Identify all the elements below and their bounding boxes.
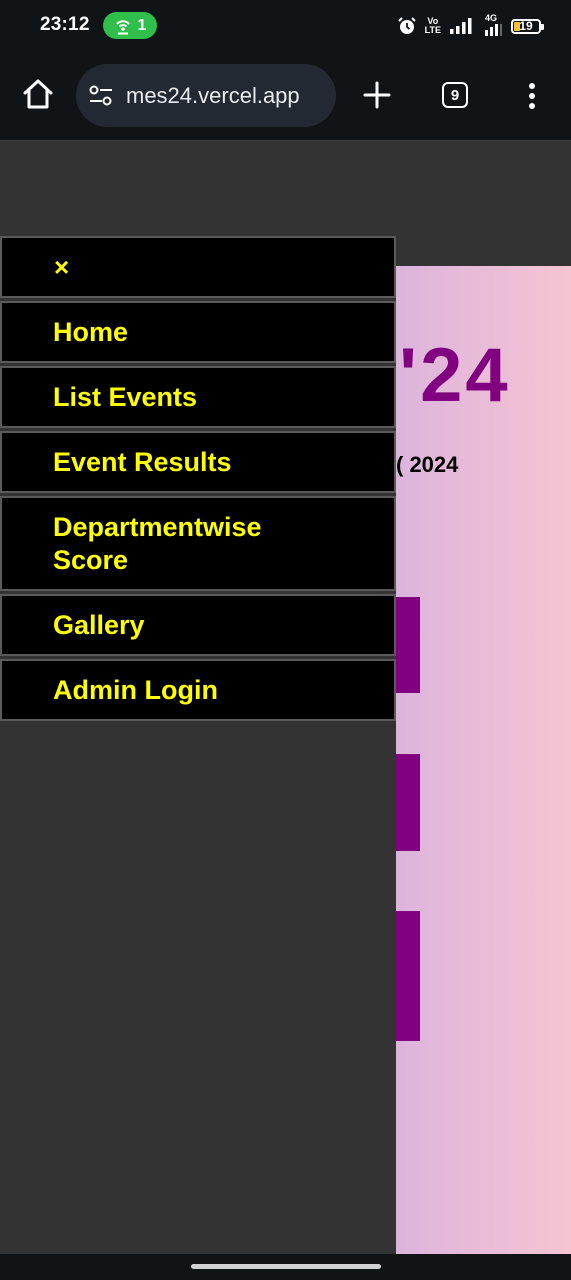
status-icons: Vo LTE 4G 19	[397, 13, 544, 39]
nav-item-admin-login[interactable]: Admin Login	[0, 659, 396, 721]
hero-button-1[interactable]	[396, 597, 420, 693]
nav-item-label: Home	[53, 316, 129, 347]
home-icon[interactable]	[20, 76, 56, 112]
nav-item-label: Admin Login	[53, 674, 218, 705]
url-text[interactable]: mes24.vercel.app	[126, 83, 300, 109]
hero-title: '24	[399, 333, 511, 418]
hero-button-2[interactable]	[396, 754, 420, 851]
close-icon[interactable]: ×	[54, 251, 69, 284]
battery-icon: 19	[511, 18, 544, 34]
volte-indicator: Vo LTE	[425, 17, 441, 35]
battery-level: 19	[519, 19, 533, 33]
signal-icon-2	[485, 24, 502, 36]
address-bar[interactable]: mes24.vercel.app	[76, 64, 336, 127]
nav-item-list-events[interactable]: List Events	[0, 366, 396, 428]
hotspot-indicator: 1	[103, 12, 157, 39]
site-settings-icon[interactable]	[88, 84, 114, 108]
nav-item-gallery[interactable]: Gallery	[0, 594, 396, 656]
hero-button-3[interactable]	[396, 911, 420, 1041]
network-4g: 4G	[481, 13, 503, 37]
hero-subtitle: ( 2024	[396, 452, 459, 477]
gesture-handle[interactable]	[191, 1264, 381, 1269]
side-navigation: × Home List Events Event Results Departm…	[0, 141, 396, 1254]
gesture-nav-area	[0, 1254, 571, 1280]
hero-section: '24 ( 2024	[396, 266, 571, 1254]
web-viewport: '24 ( 2024 × Home List Events Event Resu…	[0, 140, 571, 1254]
nav-item-label: List Events	[53, 381, 198, 412]
nav-item-departmentwise-score[interactable]: Departmentwise Score	[0, 496, 396, 591]
nav-item-label: Gallery	[53, 609, 145, 640]
tab-count: 9	[450, 86, 460, 104]
nav-item-label: Event Results	[53, 446, 232, 477]
status-bar: 23:12 1 Vo LTE 4G 19	[0, 0, 571, 52]
nav-item-label: Departmentwise Score	[53, 511, 262, 575]
nav-item-home[interactable]: Home	[0, 301, 396, 363]
alarm-icon	[397, 17, 416, 34]
hotspot-count: 1	[137, 16, 147, 34]
close-menu-button[interactable]: ×	[0, 236, 396, 298]
new-tab-icon[interactable]	[362, 80, 392, 110]
signal-icon	[450, 18, 472, 34]
more-options-icon[interactable]	[522, 82, 542, 110]
status-time: 23:12	[40, 14, 90, 35]
nav-item-event-results[interactable]: Event Results	[0, 431, 396, 493]
volte-bottom: LTE	[424, 25, 441, 35]
browser-toolbar: mes24.vercel.app 9	[0, 52, 571, 140]
hotspot-icon	[115, 19, 130, 34]
tab-switcher-button[interactable]: 9	[442, 82, 468, 108]
